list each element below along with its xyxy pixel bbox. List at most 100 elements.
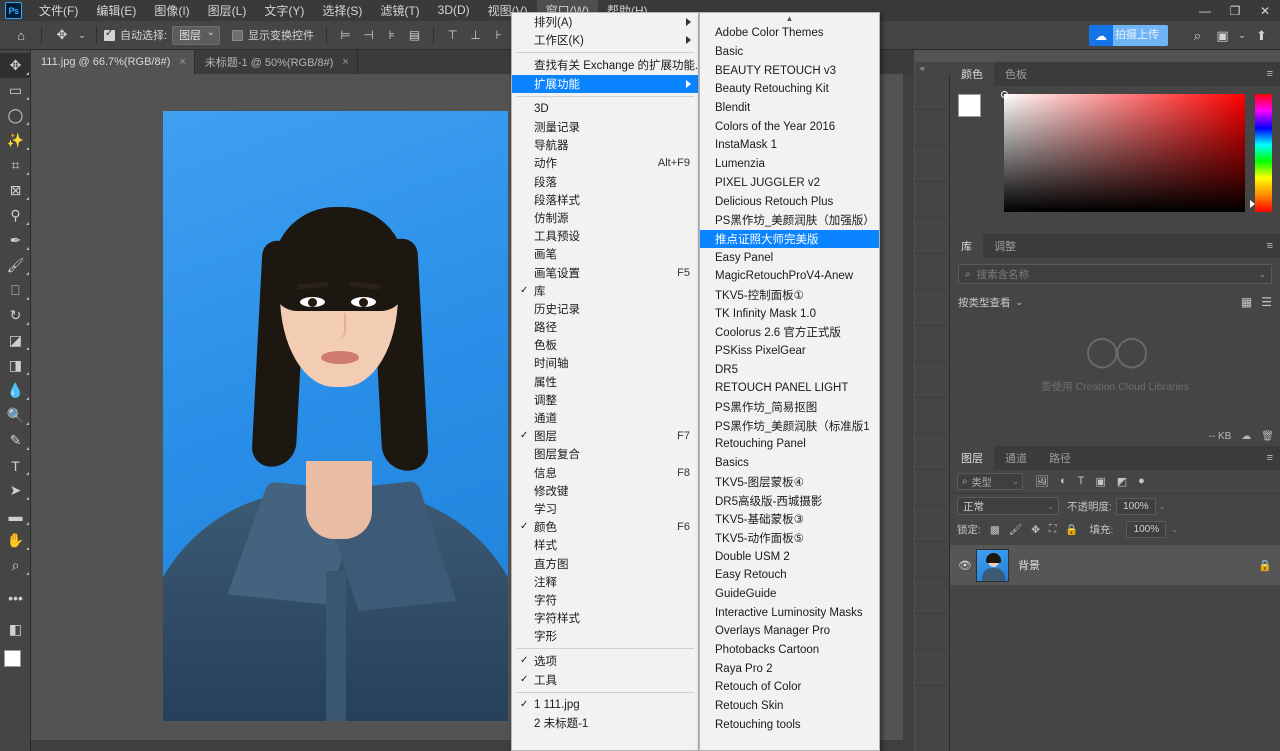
window-menu-item-22[interactable]: 调整	[512, 391, 698, 409]
menu-item-3[interactable]: 图层(L)	[199, 0, 256, 23]
extension-item-31[interactable]: Interactive Luminosity Masks	[700, 603, 879, 622]
portrait-panel-icon[interactable]	[915, 362, 950, 398]
collapse-left-icon[interactable]: «	[920, 63, 925, 73]
chevron-down-icon[interactable]: ⌄	[1258, 269, 1266, 280]
play-action-icon[interactable]	[915, 110, 950, 146]
window-menu-item-19[interactable]: 色板	[512, 336, 698, 354]
panel-menu-icon[interactable]: ≡	[1267, 240, 1273, 252]
chevron-up-icon[interactable]: ▲	[700, 13, 879, 24]
menu-item-2[interactable]: 图像(I)	[145, 0, 198, 23]
cloud-sync-icon[interactable]: ☁	[1241, 431, 1251, 442]
extension-item-0[interactable]: Adobe Color Themes	[700, 24, 879, 43]
window-menu-item-26[interactable]: 信息 F8	[512, 464, 698, 482]
swoosh-panel-icon[interactable]	[915, 398, 950, 434]
window-menu-item-18[interactable]: 路径	[512, 318, 698, 336]
toolbar-foreground-swatch[interactable]	[4, 650, 21, 667]
search-icon[interactable]: ⌕	[1185, 24, 1210, 47]
lock-position-icon[interactable]: ✥	[1031, 524, 1040, 536]
window-menu-item-0[interactable]: 排列(A)	[512, 13, 698, 31]
menu-item-4[interactable]: 文字(Y)	[255, 0, 313, 23]
window-menu-item-38[interactable]: ✓ 工具	[512, 671, 698, 689]
settings-sliders-icon[interactable]	[915, 218, 950, 254]
minimize-button[interactable]: —	[1190, 0, 1220, 21]
extension-item-20[interactable]: PS黑作坊_简易抠图	[700, 398, 879, 417]
window-menu-item-21[interactable]: 属性	[512, 373, 698, 391]
rectangle-tool-icon[interactable]: ▬	[0, 503, 31, 528]
window-menu-item-12[interactable]: 仿制源	[512, 209, 698, 227]
color-swatches[interactable]	[958, 94, 998, 134]
window-menu-item-10[interactable]: 段落	[512, 173, 698, 191]
window-menu-item-31[interactable]: 直方图	[512, 554, 698, 572]
menu-item-1[interactable]: 编辑(E)	[87, 0, 145, 23]
extension-item-18[interactable]: DR5	[700, 360, 879, 379]
window-menu-item-17[interactable]: 历史记录	[512, 300, 698, 318]
lock-image-icon[interactable]: 🖌	[1009, 523, 1022, 536]
layer-thumbnail[interactable]	[976, 548, 1009, 582]
window-menu-item-16[interactable]: ✓ 库	[512, 282, 698, 300]
adjustment-filter-icon[interactable]: ◐	[1060, 475, 1067, 488]
panel-menu-icon[interactable]: ≡	[1267, 452, 1273, 464]
window-menu-item-8[interactable]: 导航器	[512, 136, 698, 154]
extension-item-24[interactable]: TKV5-图层蒙板④	[700, 473, 879, 492]
quick-mask-toggle-icon[interactable]: ◧	[0, 617, 31, 642]
blur-tool-icon[interactable]: 💧	[0, 378, 31, 403]
chevron-down-icon[interactable]: ⌄	[1171, 525, 1178, 534]
brush-panel-icon[interactable]	[915, 182, 950, 218]
fill-input[interactable]: 100%	[1126, 521, 1167, 538]
extension-item-4[interactable]: Blendit	[700, 99, 879, 118]
align-right-icon[interactable]: ⊧	[380, 25, 403, 46]
move-tool-icon[interactable]: ✥	[0, 53, 31, 78]
window-menu-item-35[interactable]: 字形	[512, 627, 698, 645]
extension-item-8[interactable]: PIXEL JUGGLER v2	[700, 174, 879, 193]
tab-swatches[interactable]: 色板	[994, 62, 1038, 86]
yinyang-panel-icon[interactable]	[915, 614, 950, 650]
lock-artboard-icon[interactable]: ⛶	[1049, 523, 1056, 536]
tab-channels[interactable]: 通道	[994, 446, 1038, 470]
history-snapshot-icon[interactable]	[915, 74, 950, 110]
extension-item-35[interactable]: Retouch of Color	[700, 678, 879, 697]
extension-item-3[interactable]: Beauty Retouching Kit	[700, 80, 879, 99]
retouch-pro-icon[interactable]	[915, 290, 950, 326]
extension-item-23[interactable]: Basics	[700, 454, 879, 473]
home-icon[interactable]: ⌂	[8, 24, 34, 46]
tab-color[interactable]: 颜色	[950, 62, 994, 86]
tab-paths[interactable]: 路径	[1038, 446, 1082, 470]
chevron-down-icon[interactable]: ⌄	[75, 24, 89, 46]
trash-icon[interactable]: 🗑	[1261, 431, 1274, 442]
dodge-tool-icon[interactable]: 🔍	[0, 403, 31, 428]
frame-tool-icon[interactable]: ⊠	[0, 178, 31, 203]
edit-toolbar-icon[interactable]: •••	[0, 585, 31, 610]
window-menu-item-4[interactable]: 扩展功能	[512, 74, 698, 93]
extension-item-10[interactable]: PS黑作坊_美颜润肤（加强版）	[700, 211, 879, 230]
menu-item-0[interactable]: 文件(F)	[30, 0, 87, 23]
extension-item-16[interactable]: Coolorus 2.6 官方正式版	[700, 323, 879, 342]
extension-item-5[interactable]: Colors of the Year 2016	[700, 117, 879, 136]
align-top-icon[interactable]: ⊤	[441, 25, 464, 46]
opacity-input[interactable]: 100%	[1115, 497, 1156, 515]
window-menu-item-23[interactable]: 通道	[512, 409, 698, 427]
auto-select-checkbox[interactable]	[104, 27, 115, 41]
window-menu-item-25[interactable]: 图层复合	[512, 445, 698, 463]
window-menu-item-14[interactable]: 画笔	[512, 245, 698, 263]
extension-item-29[interactable]: Easy Retouch	[700, 566, 879, 585]
align-bottom-icon[interactable]: ⊦	[487, 25, 510, 46]
extension-item-32[interactable]: Overlays Manager Pro	[700, 622, 879, 641]
chevron-down-icon[interactable]: ⌄	[1047, 502, 1054, 511]
chevron-down-icon[interactable]: ⌄	[1016, 297, 1024, 308]
layer-row-background[interactable]: 👁 背景 🔒	[950, 545, 1280, 585]
yy-panel-icon[interactable]	[915, 326, 950, 362]
extension-item-37[interactable]: Retouching tools	[700, 715, 879, 734]
marquee-tool-icon[interactable]: ▭	[0, 78, 31, 103]
extension-item-33[interactable]: Photobacks Cartoon	[700, 641, 879, 660]
cc-upload-button[interactable]: ☁ 拍摄上传	[1089, 25, 1168, 46]
window-menu-item-40[interactable]: ✓ 1 111.jpg	[512, 696, 698, 714]
window-menu-item-3[interactable]: 查找有关 Exchange 的扩展功能...	[512, 56, 698, 74]
blue-panel-icon[interactable]	[915, 650, 950, 686]
retouch-gold-icon[interactable]	[915, 542, 950, 578]
window-menu-item-34[interactable]: 字符样式	[512, 609, 698, 627]
extension-item-9[interactable]: Delicious Retouch Plus	[700, 192, 879, 211]
align-middle-icon[interactable]: ⊥	[464, 25, 487, 46]
grid-view-icon[interactable]: ▦	[1241, 295, 1252, 309]
extension-item-34[interactable]: Raya Pro 2	[700, 659, 879, 678]
extension-item-7[interactable]: Lumenzia	[700, 155, 879, 174]
